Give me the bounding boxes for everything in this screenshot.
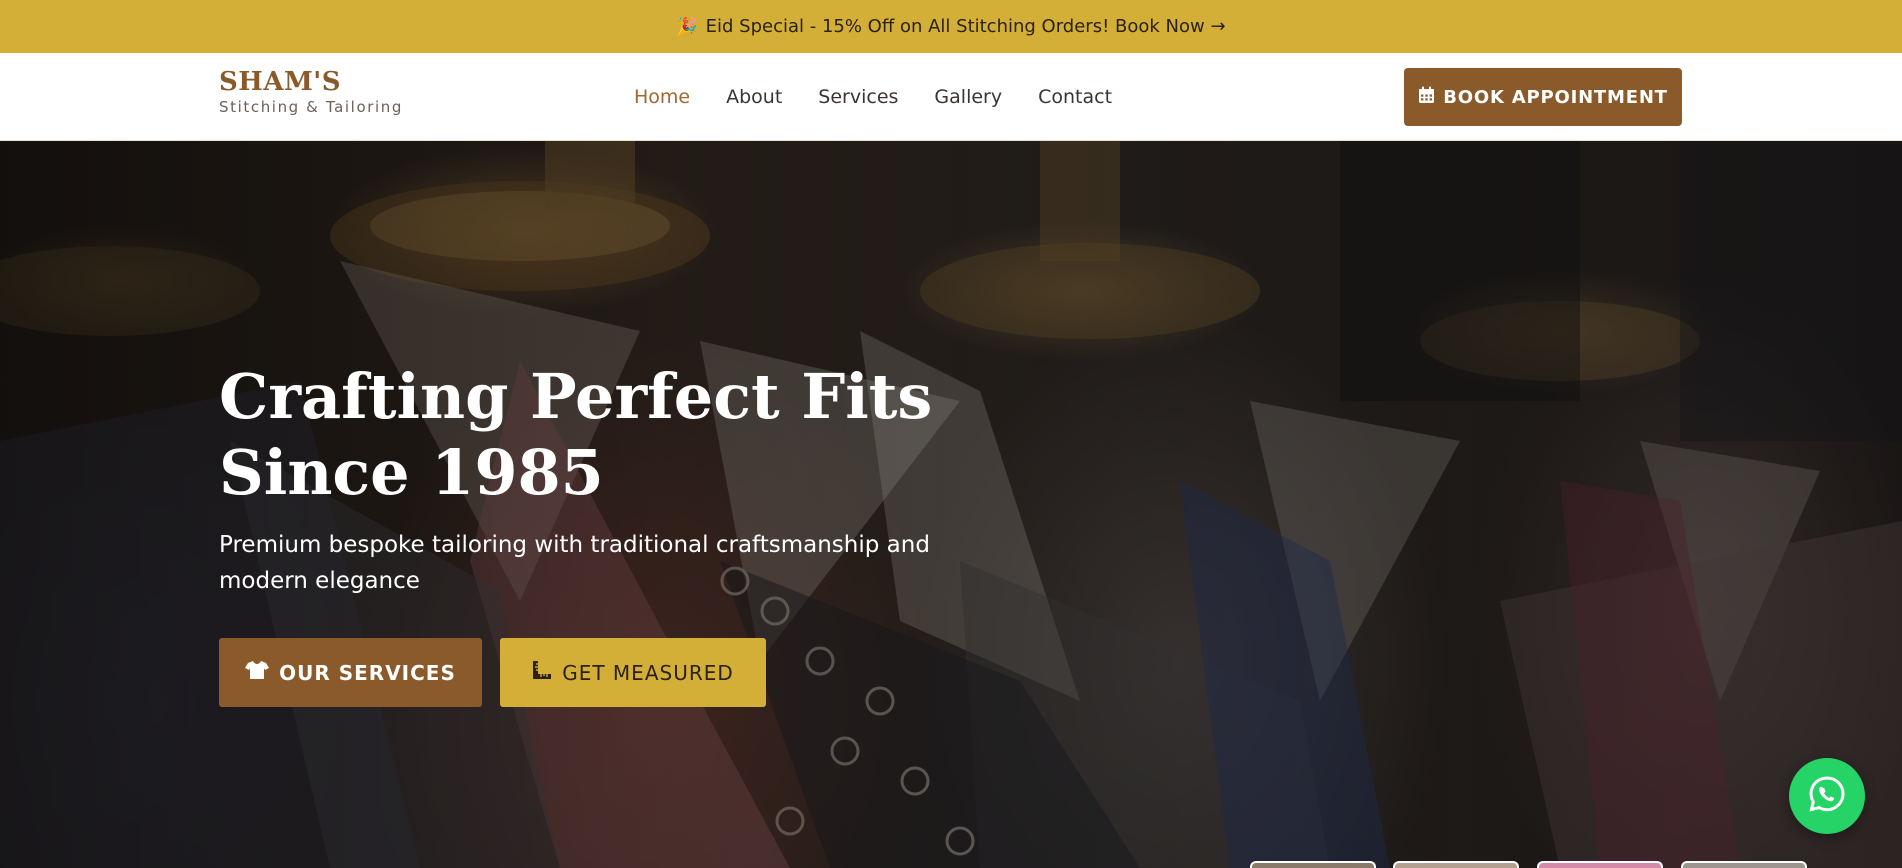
- nav-link-contact[interactable]: Contact: [1038, 86, 1112, 108]
- our-services-label: OUR SERVICES: [279, 660, 456, 685]
- shirt-icon: [245, 660, 270, 685]
- gallery-thumbnail[interactable]: [1393, 861, 1519, 868]
- gallery-thumbnail[interactable]: [1681, 861, 1807, 868]
- book-appointment-button[interactable]: BOOK APPOINTMENT: [1404, 68, 1682, 126]
- gallery-thumbnail[interactable]: [1250, 861, 1376, 868]
- navbar: SHAM'S Stitching & Tailoring Home About …: [0, 53, 1902, 141]
- our-services-button[interactable]: OUR SERVICES: [219, 638, 482, 707]
- main-nav: Home About Services Gallery Contact: [634, 53, 1112, 141]
- party-popper-icon: 🎉: [676, 16, 698, 37]
- whatsapp-chat-button[interactable]: [1789, 758, 1865, 834]
- logo-subtitle: Stitching & Tailoring: [219, 98, 403, 116]
- hero-subtitle: Premium bespoke tailoring with tradition…: [219, 532, 930, 594]
- ruler-icon: [532, 660, 552, 685]
- book-appointment-label: BOOK APPOINTMENT: [1443, 86, 1668, 108]
- nav-link-about[interactable]: About: [726, 86, 782, 108]
- logo-title: SHAM'S: [219, 67, 342, 97]
- get-measured-button[interactable]: GET MEASURED: [500, 638, 766, 707]
- calendar-icon: [1418, 86, 1435, 109]
- nav-link-services[interactable]: Services: [818, 86, 898, 108]
- promo-bar[interactable]: 🎉 Eid Special - 15% Off on All Stitching…: [0, 0, 1902, 53]
- nav-link-home[interactable]: Home: [634, 86, 690, 108]
- logo[interactable]: SHAM'S Stitching & Tailoring: [219, 69, 403, 116]
- hero-section: Crafting Perfect Fits Since 1985 Premium…: [0, 141, 1902, 868]
- get-measured-label: GET MEASURED: [562, 660, 734, 685]
- whatsapp-icon: [1807, 774, 1847, 818]
- promo-text: Eid Special - 15% Off on All Stitching O…: [705, 16, 1226, 37]
- gallery-thumbnail[interactable]: [1537, 861, 1663, 868]
- nav-link-gallery[interactable]: Gallery: [934, 86, 1002, 108]
- hero-title: Crafting Perfect Fits Since 1985: [219, 360, 933, 509]
